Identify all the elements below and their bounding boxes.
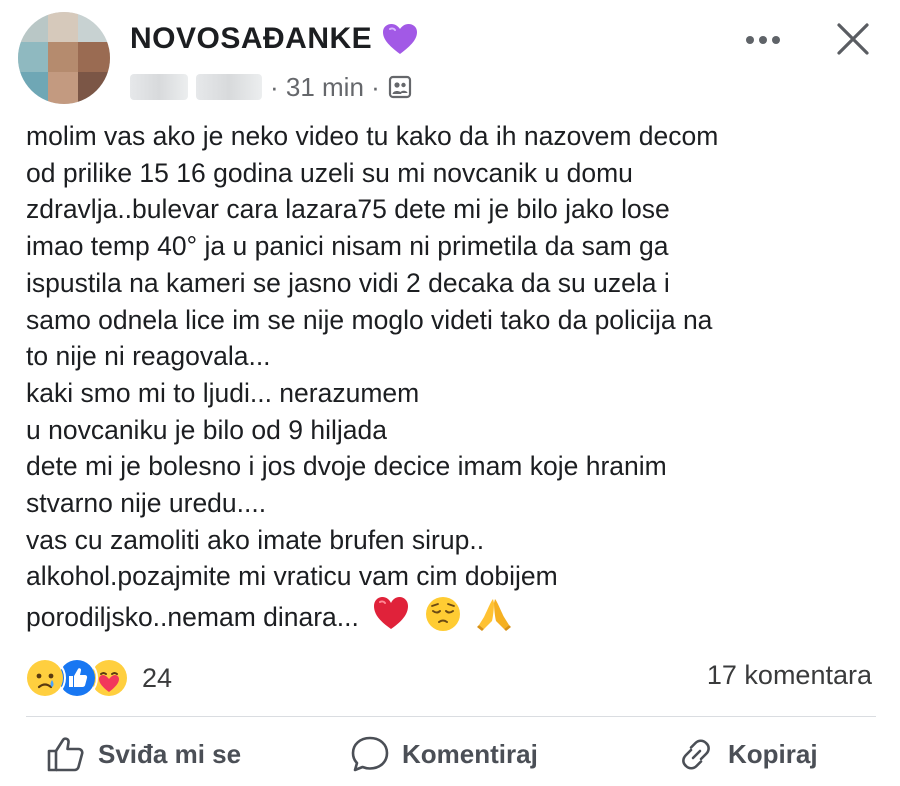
post-line: samo odnela lice im se nije moglo videti… [26,304,713,335]
action-bar: Sviđa mi se Komentiraj Kopiraj [0,722,900,786]
blurred-author-name-2 [196,74,262,100]
post-line: to nije ni reagovala... [26,341,271,372]
post-last-line: porodiljsko..nemam dinara... [26,595,886,636]
reaction-summary[interactable]: 24 [24,656,172,700]
post-line: u novcaniku je bilo od 9 hiljada [26,414,387,445]
comments-count[interactable]: 17 komentara [707,660,872,691]
post-line: imao temp 40° ja u panici nisam ni prime… [26,231,669,262]
post-line: alkohol.pozajmite mi vraticu vam cim dob… [26,561,558,592]
red-heart-icon [374,597,409,630]
folded-hands-icon [477,599,512,632]
group-members-icon [388,75,411,99]
more-dot [772,36,780,44]
comment-bubble-icon [351,736,389,772]
more-options-button[interactable] [738,20,788,60]
pensive-face-icon [425,597,460,632]
post-line: molim vas ako je neko video tu kako da i… [26,121,719,151]
post-line: od prilike 15 16 godina uzeli su mi novc… [26,157,633,188]
group-name[interactable]: NOVOSAĐANKE [130,22,418,56]
divider [26,716,876,717]
post-line-text: porodiljsko..nemam dinara... [26,602,359,633]
purple-heart-icon [383,24,418,54]
blurred-author-name [130,74,188,100]
avatar[interactable] [18,12,110,104]
like-button[interactable]: Sviđa mi se [46,732,241,776]
post-time[interactable]: · 31 min · [270,72,380,103]
comment-label: Komentiraj [402,738,538,769]
post-body: molim vas ako je neko video tu kako da i… [26,118,886,636]
post-line: zdravlja..bulevar cara lazara75 dete mi … [26,194,670,225]
copy-label: Kopiraj [728,738,818,769]
more-dots-icon [746,36,754,44]
more-dot [759,36,767,44]
post-header: NOVOSAĐANKE · 31 min · [0,0,900,120]
link-icon [682,739,710,770]
group-name-text: NOVOSAĐANKE [130,22,373,55]
comment-button[interactable]: Komentiraj [350,732,538,776]
like-label: Sviđa mi se [98,738,242,769]
post-line: ispustila na kameri se jasno vidi 2 deca… [26,267,670,298]
post-line: vas cu zamoliti ako imate brufen sirup.. [26,524,485,555]
copy-button[interactable]: Kopiraj [676,732,818,776]
post-line: stvarno nije uredu.... [26,488,267,519]
close-button[interactable] [828,14,878,64]
sad-reaction-icon [24,657,66,699]
reaction-count: 24 [142,662,173,693]
post-meta: · 31 min · [130,70,412,104]
post-line: kaki smo mi to ljudi... nerazumem [26,377,420,408]
thumbs-up-icon [47,737,84,772]
post-line: dete mi je bolesno i jos dvoje decice im… [26,451,667,482]
